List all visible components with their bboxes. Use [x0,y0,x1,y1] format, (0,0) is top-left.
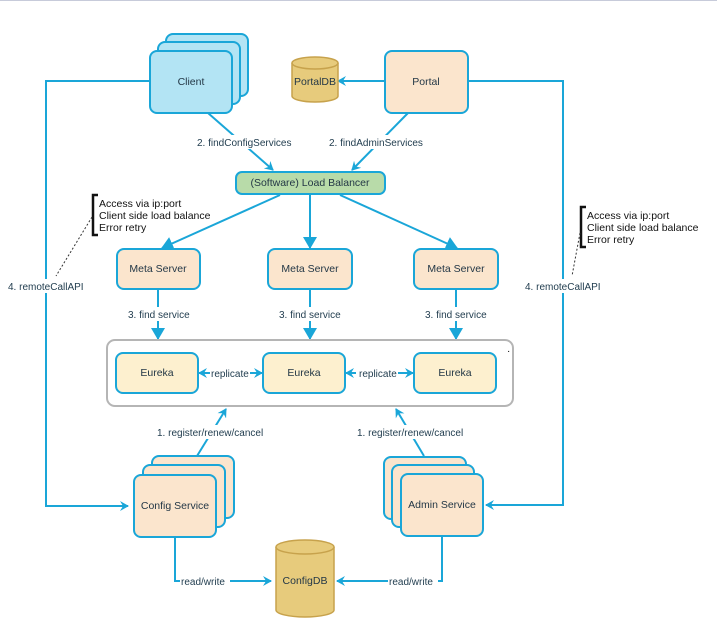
label-replicate-2: replicate [359,369,397,380]
admin-service-node[interactable]: Admin Service [383,456,484,537]
portal-node[interactable]: Portal [384,50,469,114]
eureka-node-1[interactable]: Eureka [115,352,199,394]
note-left-line-3: Error retry [99,222,147,234]
edge-config-configdb [174,537,272,586]
portaldb-label: PortalDB [294,76,336,88]
note-right-line-1: Access via ip:port [587,210,669,222]
note-right-line-3: Error retry [587,234,635,246]
portal-label: Portal [412,76,439,88]
note-connector-right [571,232,581,277]
note-left-line-2: Client side load balance [99,210,211,222]
eureka-node-3[interactable]: Eureka [413,352,497,394]
note-bracket-left [91,193,98,237]
eureka-label: Eureka [140,367,173,379]
eureka-node-2[interactable]: Eureka [262,352,346,394]
label-find-admin-services: 2. findAdminServices [329,138,423,149]
note-left-line-1: Access via ip:port [99,198,181,210]
label-find-service-2: 3. find service [279,310,341,321]
label-read-write-left: read/write [181,577,225,588]
configdb-label: ConfigDB [283,575,328,587]
eureka-label: Eureka [287,367,320,379]
label-read-write-right: read/write [389,577,433,588]
meta-server-node-3[interactable]: Meta Server [413,248,499,290]
edge-client-remote-call [45,80,150,511]
label-register-right: 1. register/renew/cancel [357,428,463,439]
edge-lb-meta-3 [339,194,458,250]
note-bracket-right [579,205,586,249]
note-right: Access via ip:port Client side load bala… [571,205,699,277]
load-balancer-label: (Software) Load Balancer [250,177,370,189]
configdb-node[interactable]: ConfigDB [275,539,335,618]
label-find-service-1: 3. find service [128,310,190,321]
eureka-label: Eureka [438,367,471,379]
label-remote-call-right: 4. remoteCallAPI [525,282,601,293]
note-connector-left [55,216,93,277]
cluster-dot: · [507,346,510,357]
meta-server-label: Meta Server [129,263,187,275]
label-find-config-services: 2. findConfigServices [197,138,292,149]
meta-server-label: Meta Server [281,263,339,275]
label-register-left: 1. register/renew/cancel [157,428,263,439]
config-service-node[interactable]: Config Service [133,455,235,538]
client-label: Client [178,76,205,88]
admin-service-label: Admin Service [408,499,476,511]
meta-server-node-2[interactable]: Meta Server [267,248,353,290]
architecture-diagram: · Client PortalDB Portal (Software) Load… [7,33,699,618]
portaldb-node[interactable]: PortalDB [291,56,339,103]
note-right-line-2: Client side load balance [587,222,699,234]
client-node[interactable]: Client [149,33,249,114]
meta-server-node-1[interactable]: Meta Server [116,248,201,290]
label-find-service-3: 3. find service [425,310,487,321]
label-remote-call-left: 4. remoteCallAPI [8,282,84,293]
config-service-label: Config Service [141,500,209,512]
meta-server-label: Meta Server [427,263,485,275]
label-replicate-1: replicate [211,369,249,380]
edge-admin-configdb [336,536,443,586]
load-balancer-node[interactable]: (Software) Load Balancer [235,171,386,195]
